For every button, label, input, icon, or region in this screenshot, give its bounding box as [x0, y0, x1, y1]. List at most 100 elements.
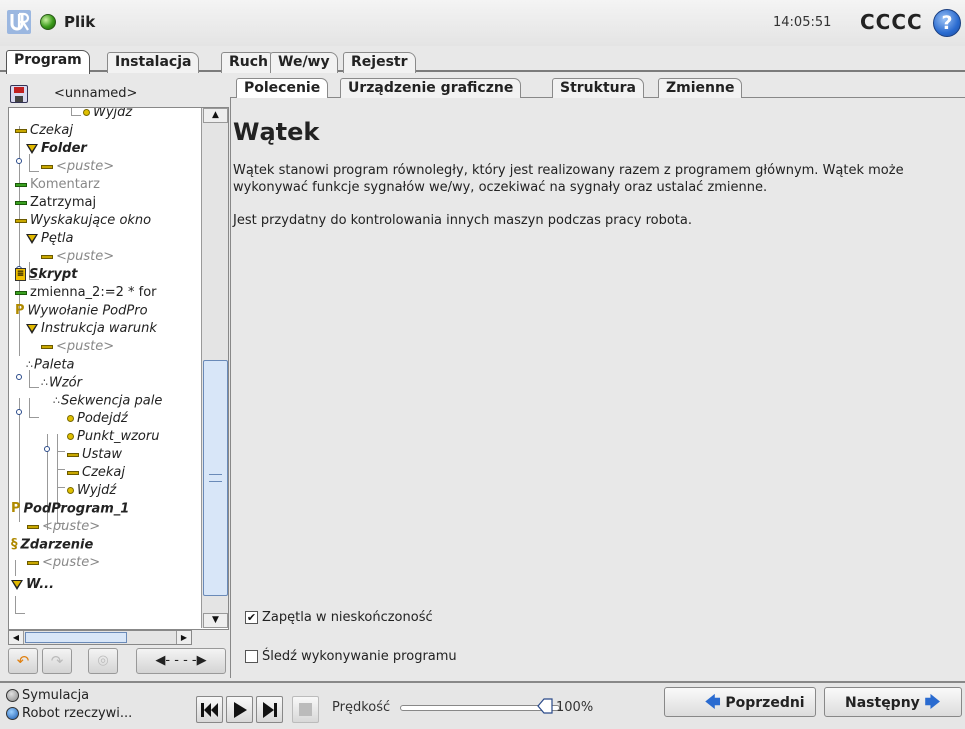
tree-node-folder[interactable]: Folder: [26, 140, 87, 158]
popup-icon: [15, 218, 27, 223]
tree-expander[interactable]: [16, 374, 22, 380]
tree-vertical-scrollbar[interactable]: ▲ ▼: [201, 108, 228, 628]
wait-icon: [15, 128, 27, 133]
tab-program[interactable]: Program: [6, 50, 90, 74]
speed-slider-thumb[interactable]: [536, 697, 554, 715]
tree-node-paleta[interactable]: ∴ Paleta: [26, 356, 74, 374]
file-menu[interactable]: Plik: [64, 13, 95, 31]
tab-ruch[interactable]: Ruch: [221, 52, 277, 73]
tree-node-watek-selected[interactable]: W...: [11, 576, 199, 594]
tree-node-wyjdz[interactable]: Wyjdź: [67, 482, 116, 500]
tree-node-empty[interactable]: <puste>: [41, 158, 114, 176]
tree-horizontal-scrollbar[interactable]: ◀ ▶: [8, 630, 192, 645]
stop-button[interactable]: [292, 696, 319, 723]
track-execution-checkbox[interactable]: [245, 650, 258, 663]
waypoint-icon: [67, 433, 74, 440]
next-button[interactable]: Następny 🡆: [824, 687, 962, 717]
tree-expander[interactable]: [44, 446, 50, 452]
waypoint-icon: [83, 109, 90, 116]
assignment-icon: [15, 290, 27, 295]
tree-node-subprogram-call[interactable]: P Wywołanie PodPro: [15, 302, 148, 320]
step-button[interactable]: [256, 696, 283, 723]
real-robot-option[interactable]: Robot rzeczywi...: [6, 705, 132, 723]
rewind-button[interactable]: [196, 696, 223, 723]
play-from-selection-icon[interactable]: ◎: [88, 648, 118, 674]
tree-node-skrypt[interactable]: ≡ Skrypt: [15, 266, 77, 284]
tree-node-komentarz[interactable]: Komentarz: [15, 176, 100, 194]
scroll-right-icon[interactable]: ▶: [176, 631, 191, 644]
scroll-thumb[interactable]: [203, 360, 228, 596]
play-button[interactable]: [226, 696, 253, 723]
real-robot-radio[interactable]: [6, 707, 19, 720]
tree-toolbar: ↶ ↷ ◎ ◀- - - -▶: [8, 646, 228, 676]
program-tree: Wyjdź Czekaj Folder <puste> Komentarz Za…: [8, 107, 229, 630]
clock: 14:05:51: [773, 15, 832, 30]
track-execution-option[interactable]: Śledź wykonywanie programu: [245, 649, 457, 667]
simulation-option[interactable]: Symulacja: [6, 687, 89, 705]
tree-node-empty[interactable]: <puste>: [41, 248, 114, 266]
tree-node-wyjdz[interactable]: Wyjdź: [83, 108, 132, 122]
tree-node-ustaw[interactable]: Ustaw: [67, 446, 122, 464]
scroll-left-icon[interactable]: ◀: [9, 631, 24, 644]
subprogram-icon: P: [11, 501, 21, 516]
pattern-icon: ∴: [41, 376, 48, 389]
save-icon[interactable]: [10, 85, 28, 103]
tree-node-zdarzenie[interactable]: § Zdarzenie: [11, 536, 93, 554]
tab-urzadzenie-graficzne[interactable]: Urządzenie graficzne: [340, 78, 522, 98]
move-node-icon[interactable]: ◀- - - -▶: [136, 648, 226, 674]
tab-polecenie[interactable]: Polecenie: [236, 78, 329, 98]
wait-icon: [67, 470, 79, 475]
tree-node-czekaj[interactable]: Czekaj: [15, 122, 73, 140]
top-bar: Plik 14:05:51 CCCC ?: [0, 0, 965, 46]
undo-icon[interactable]: ↶: [8, 648, 38, 674]
program-tree-panel: <unnamed> Wyjdź Czekaj Folder <puste> Ko…: [0, 80, 229, 680]
tab-struktura[interactable]: Struktura: [552, 78, 644, 98]
tree-expander[interactable]: [16, 158, 22, 164]
tab-zmienne[interactable]: Zmienne: [658, 78, 743, 98]
set-icon: [67, 452, 79, 457]
tab-we-wy[interactable]: We/wy: [270, 52, 338, 73]
tree-node-petla[interactable]: Pętla: [26, 230, 74, 248]
tree-node-if[interactable]: Instrukcja warunk: [26, 320, 157, 338]
tree-node-empty[interactable]: <puste>: [27, 518, 100, 536]
page-title: Wątek: [233, 118, 320, 146]
previous-button[interactable]: 🡄 Poprzedni: [664, 687, 816, 717]
simulation-radio[interactable]: [6, 689, 19, 702]
arrow-left-icon: 🡄: [705, 693, 721, 711]
rewind-icon: [201, 703, 218, 717]
pallet-icon: ∴: [26, 358, 33, 371]
tree-node-empty[interactable]: <puste>: [41, 338, 114, 356]
tab-instalacja[interactable]: Instalacja: [107, 52, 200, 73]
tree-node-punkt-wzoru[interactable]: Punkt_wzoru: [67, 428, 159, 446]
wait-icon: [41, 344, 53, 349]
tab-rejestr[interactable]: Rejestr: [343, 52, 416, 73]
folder-icon: [26, 143, 38, 154]
robot-status-icon: [40, 14, 56, 30]
tree-expander[interactable]: [16, 409, 22, 415]
loop-forever-option[interactable]: ✔ Zapętla w nieskończoność: [245, 610, 433, 628]
tree-node-zatrzymaj[interactable]: Zatrzymaj: [15, 194, 96, 212]
program-name: <unnamed>: [54, 86, 138, 101]
tree-node-wzor[interactable]: ∴ Wzór: [41, 374, 82, 392]
tree-node-popup[interactable]: Wyskakujące okno: [15, 212, 151, 230]
tree-node-assignment[interactable]: zmienna_2:=2 * for: [15, 284, 157, 302]
pallet-sequence-icon: ∴: [53, 394, 60, 407]
help-icon[interactable]: ?: [933, 9, 961, 37]
tree-node-empty[interactable]: <puste>: [27, 554, 100, 572]
tree-node-podprogram[interactable]: P PodProgram_1: [11, 500, 129, 518]
event-icon: §: [11, 537, 18, 552]
tree-node-podejdz[interactable]: Podejdź: [67, 410, 128, 428]
tree-node-pallet-sequence[interactable]: ∴ Sekwencja pale: [53, 392, 162, 410]
tree-node-czekaj[interactable]: Czekaj: [67, 464, 125, 482]
scroll-up-icon[interactable]: ▲: [203, 108, 228, 123]
redo-icon[interactable]: ↷: [42, 648, 72, 674]
scroll-down-icon[interactable]: ▼: [203, 613, 228, 628]
scroll-thumb[interactable]: [25, 632, 127, 643]
play-icon: [234, 702, 247, 718]
arrow-right-icon: 🡆: [924, 693, 941, 711]
main-tabs: Program Instalacja Ruch We/wy Rejestr: [0, 46, 965, 74]
robot-name: CCCC: [860, 10, 923, 34]
loop-forever-checkbox[interactable]: ✔: [245, 611, 258, 624]
program-header: <unnamed>: [6, 82, 228, 106]
speed-label: Prędkość: [332, 700, 391, 715]
